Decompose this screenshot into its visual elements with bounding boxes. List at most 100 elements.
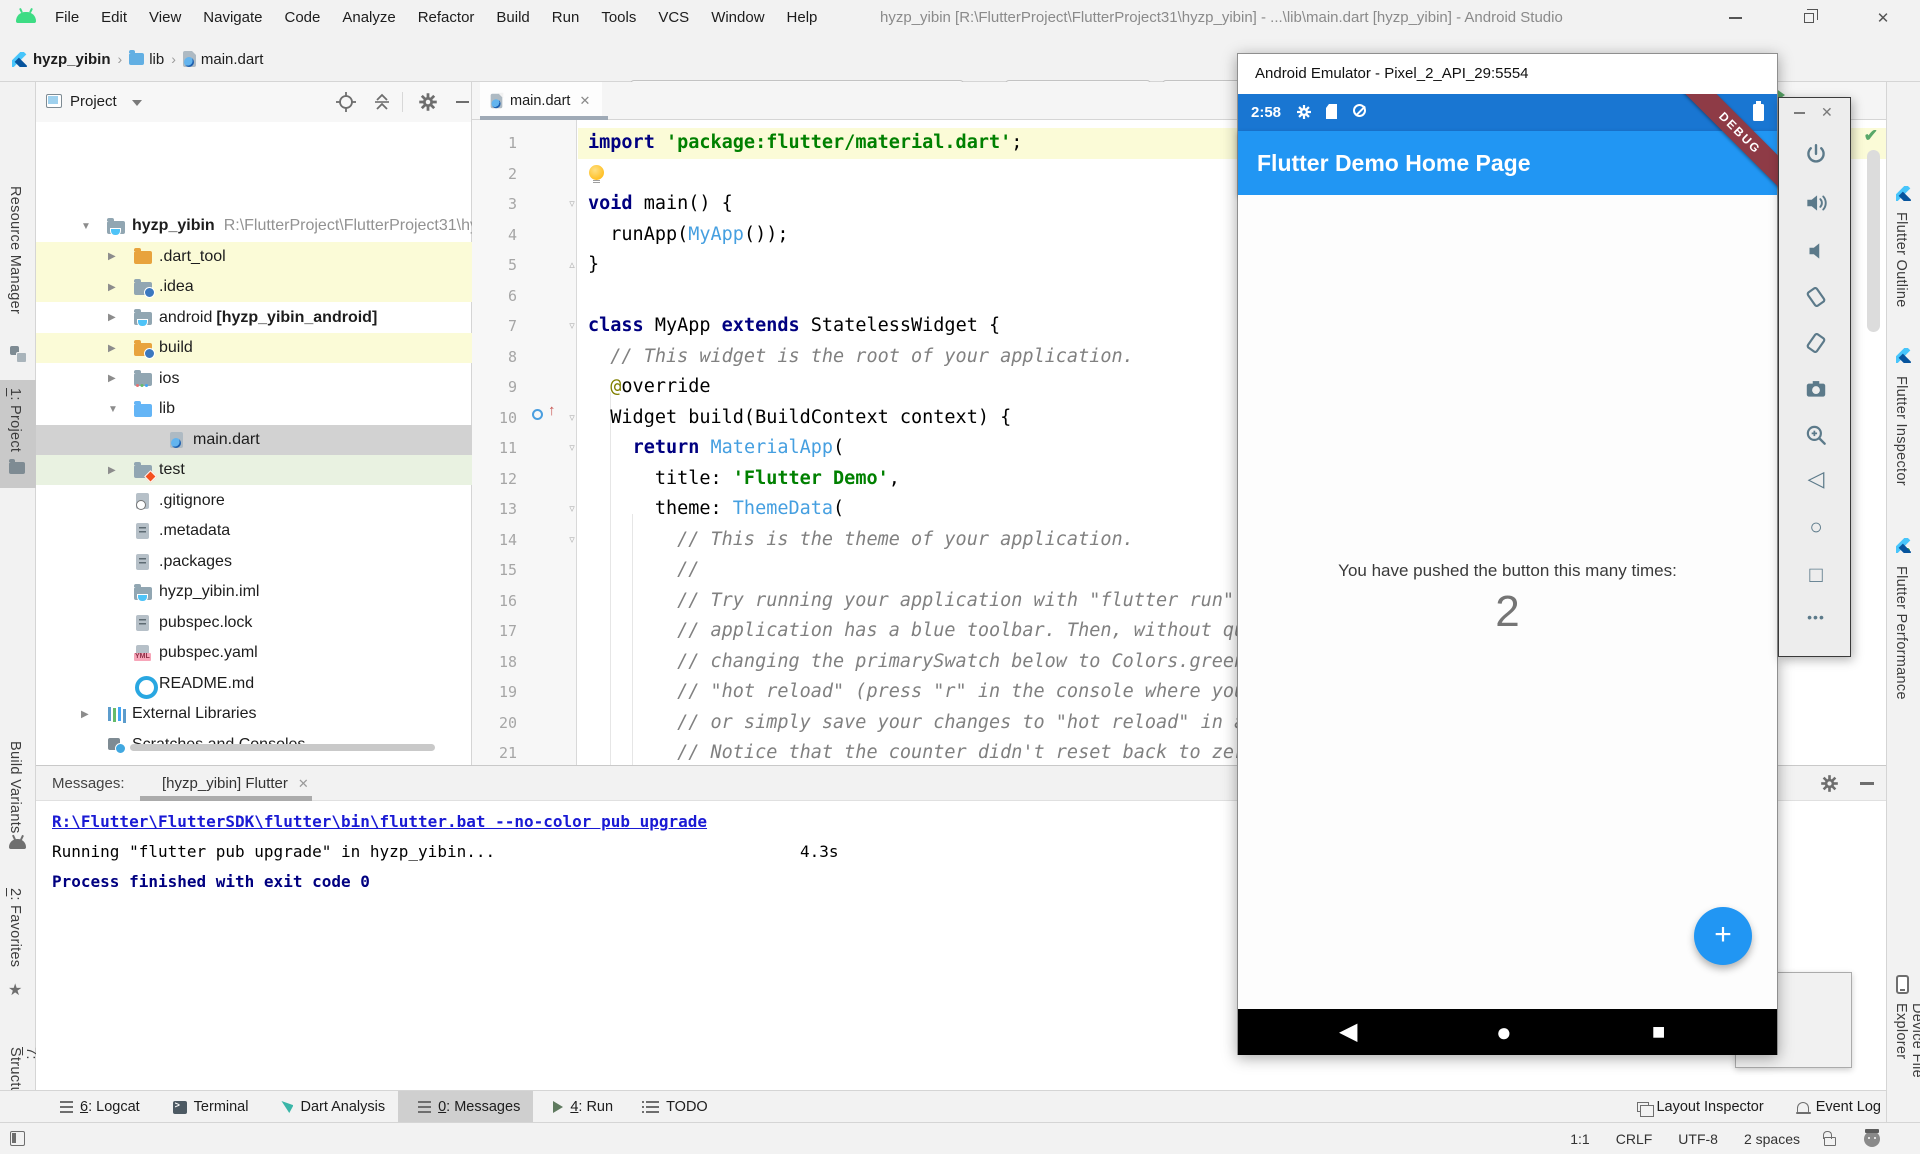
tree-closed-arrow-icon[interactable]: ▶ [81,709,107,720]
tree-row-ios[interactable]: ▶ios [36,364,472,394]
tool-button-flutter-performance[interactable]: Flutter Performance [1893,566,1909,700]
fold-marker-icon[interactable]: ▿ [565,494,579,525]
tree-closed-arrow-icon[interactable]: ▶ [108,465,134,476]
tree-row-android[interactable]: ▶android[hyzp_yibin_android] [36,303,472,333]
tree-open-arrow-icon[interactable]: ▼ [108,404,134,415]
code-line-20[interactable]: // or simply save your changes to "hot r… [588,708,1245,739]
code-line-21[interactable]: // Notice that the counter didn't reset … [588,738,1245,769]
rotate-left-button[interactable] [1803,284,1829,310]
volume-down-button[interactable] [1803,238,1829,264]
tree-row-hyzp-yibin-iml[interactable]: hyzp_yibin.iml [36,577,472,607]
horizontal-scrollbar[interactable] [130,744,435,751]
ide-status-icon[interactable] [1864,1131,1880,1147]
toolwindow-button-dart-analysis[interactable]: Dart Analysis [261,1091,398,1123]
tool-button-favorites[interactable]: 2: Favorites [7,888,23,967]
menu-navigate[interactable]: Navigate [192,0,273,36]
code-line-14[interactable]: // This is the theme of your application… [588,525,1134,556]
code-line-8[interactable]: // This widget is the root of your appli… [588,342,1134,373]
code-line-11[interactable]: return MaterialApp( [588,433,844,464]
window-close-button[interactable]: ✕ [1860,0,1906,36]
fold-marker-icon[interactable]: ▿ [565,433,579,464]
tree-row-packages[interactable]: .packages [36,547,472,577]
tab-close-icon[interactable]: ✕ [579,93,590,109]
fold-marker-icon[interactable]: ▵ [565,250,579,281]
menu-refactor[interactable]: Refactor [407,0,486,36]
breadcrumb-file[interactable]: main.dart [201,51,264,68]
tool-button-project[interactable]: 1: Project [7,388,23,452]
code-line-7[interactable]: class MyApp extends StatelessWidget { [588,311,1000,342]
code-line-3[interactable]: void main() { [588,189,733,220]
code-line-4[interactable]: runApp(MyApp()); [588,220,789,251]
tree-row-gitignore[interactable]: .gitignore [36,486,472,516]
nav-back-button[interactable]: ◀ [1339,1009,1357,1055]
menu-view[interactable]: View [138,0,192,36]
tree-closed-arrow-icon[interactable]: ▶ [108,343,134,354]
status-1-1[interactable]: 1:1 [1570,1131,1589,1147]
tree-row-build[interactable]: ▶build [36,333,472,363]
menu-build[interactable]: Build [485,0,540,36]
code-line-16[interactable]: // Try running your application with "fl… [588,586,1245,617]
status-crlf[interactable]: CRLF [1616,1131,1653,1147]
tree-row-external-libraries[interactable]: ▶External Libraries [36,699,472,729]
back-button[interactable]: ◁ [1803,466,1829,492]
panel-minimize-icon[interactable] [1794,112,1805,114]
tree-row-pubspec-yaml[interactable]: pubspec.yaml [36,638,472,668]
tool-button-resource-manager[interactable]: Resource Manager [7,186,23,314]
emulator-title-bar[interactable]: Android Emulator - Pixel_2_API_29:5554 [1238,54,1777,94]
tree-row-hyzp-yibin[interactable]: ▼hyzp_yibinR:\FlutterProject\FlutterProj… [36,211,472,241]
tree-row-pubspec-lock[interactable]: pubspec.lock [36,608,472,638]
hide-panel-icon[interactable] [1860,782,1874,785]
tree-closed-arrow-icon[interactable]: ▶ [108,312,134,323]
fold-marker-icon[interactable]: ▿ [565,525,579,556]
tab-close-icon[interactable]: ✕ [298,776,309,792]
code-line-12[interactable]: title: 'Flutter Demo', [588,464,900,495]
rotate-right-button[interactable] [1803,330,1829,356]
code-line-13[interactable]: theme: ThemeData( [588,494,844,525]
tree-open-arrow-icon[interactable]: ▼ [81,221,107,232]
floating-action-button[interactable]: + [1694,907,1752,965]
fold-marker-icon[interactable]: ▿ [565,311,579,342]
code-line-1[interactable]: import 'package:flutter/material.dart'; [588,128,1022,159]
screenshot-button[interactable] [1803,376,1829,402]
code-line-5[interactable]: } [588,250,599,281]
tree-row-metadata[interactable]: .metadata [36,516,472,546]
tree-closed-arrow-icon[interactable]: ▶ [108,282,134,293]
tree-row-lib[interactable]: ▼lib [36,394,472,424]
panel-close-icon[interactable]: ✕ [1821,104,1833,121]
toolwindow-button-0-messages[interactable]: 0: Messages [398,1091,533,1123]
breadcrumb-folder[interactable]: lib [149,51,164,68]
editor-scrollbar[interactable] [1867,150,1880,332]
power-button[interactable] [1803,142,1829,168]
tree-row-dart-tool[interactable]: ▶.dart_tool [36,242,472,272]
tree-row-test[interactable]: ▶test [36,455,472,485]
tree-row-readme-md[interactable]: README.md [36,669,472,699]
status-2-spaces[interactable]: 2 spaces [1744,1131,1800,1147]
tree-row-main-dart[interactable]: main.dart [36,425,472,455]
menu-tools[interactable]: Tools [590,0,647,36]
code-line-10[interactable]: Widget build(BuildContext context) { [588,403,1011,434]
tool-button-flutter-inspector[interactable]: Flutter Inspector [1893,376,1909,486]
volume-up-button[interactable] [1803,190,1829,216]
tool-button-flutter-outline[interactable]: Flutter Outline [1893,212,1909,308]
code-line-17[interactable]: // application has a blue toolbar. Then,… [588,616,1245,647]
toolwindow-button-terminal[interactable]: Terminal [153,1091,262,1123]
menu-edit[interactable]: Edit [90,0,138,36]
toolwindow-toggle-icon[interactable] [10,1131,25,1146]
menu-vcs[interactable]: VCS [647,0,700,36]
menu-file[interactable]: File [44,0,90,36]
window-minimize-button[interactable] [1712,0,1758,36]
menu-analyze[interactable]: Analyze [331,0,406,36]
tree-row-idea[interactable]: ▶.idea [36,272,472,302]
menu-run[interactable]: Run [541,0,591,36]
home-button[interactable]: ○ [1803,514,1829,540]
toolwindow-button-event-log[interactable]: Event Log [1777,1091,1894,1123]
menu-code[interactable]: Code [273,0,331,36]
code-line-19[interactable]: // "hot reload" (press "r" in the consol… [588,677,1245,708]
override-method-icon[interactable] [532,409,543,420]
tree-closed-arrow-icon[interactable]: ▶ [108,373,134,384]
intention-bulb-icon[interactable] [589,165,604,180]
nav-home-button[interactable]: ● [1496,1009,1512,1055]
editor-tab-main-dart[interactable]: main.dart ✕ [480,82,602,120]
fold-marker-icon[interactable]: ▿ [565,403,579,434]
toolwindow-button-layout-inspector[interactable]: Layout Inspector [1617,1091,1776,1123]
